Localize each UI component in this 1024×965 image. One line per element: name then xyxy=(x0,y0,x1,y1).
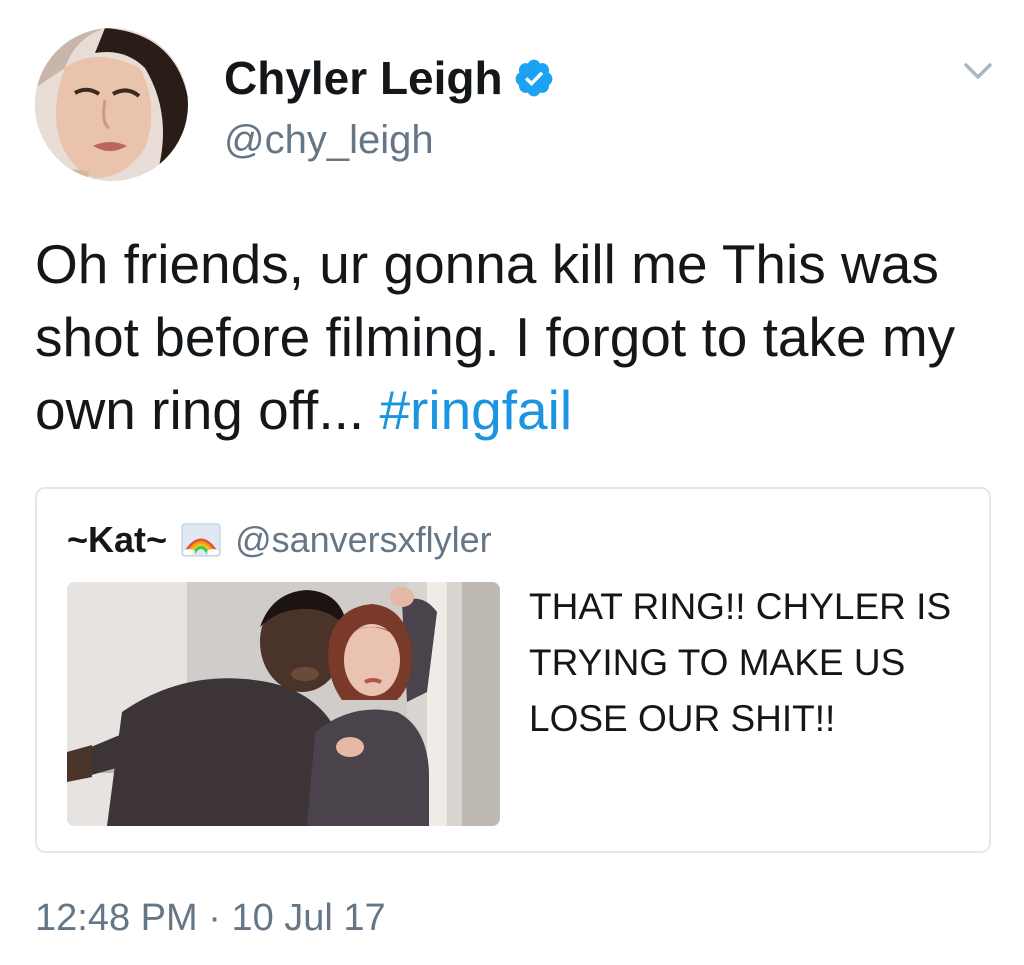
tweet-text: Oh friends, ur gonna kill me This was sh… xyxy=(35,228,995,447)
rainbow-icon xyxy=(181,523,221,557)
quoted-author-name: ~Kat~ xyxy=(67,519,168,560)
author-display-name[interactable]: Chyler Leigh xyxy=(224,50,555,106)
author-name-text: Chyler Leigh xyxy=(224,52,503,104)
quoted-author-handle: @sanversxflyler xyxy=(235,519,492,560)
quoted-tweet-text: THAT RING!! CHYLER IS TRYING TO MAKE US … xyxy=(529,586,952,739)
quoted-tweet-header: ~Kat~ @sanversxflyler xyxy=(67,515,492,565)
tweet-timestamp[interactable]: 12:48 PM · 10 Jul 17 xyxy=(35,894,386,942)
quoted-tweet-photo[interactable] xyxy=(67,582,500,826)
author-handle[interactable]: @chy_leigh xyxy=(224,116,434,164)
hashtag-link[interactable]: #ringfail xyxy=(379,379,572,441)
author-avatar[interactable] xyxy=(35,28,188,181)
tweet-card: Chyler Leigh @chy_leigh Oh friends, ur g… xyxy=(0,0,1024,965)
quoted-tweet[interactable]: ~Kat~ @sanversxflyler THAT RING!! CHYLER… xyxy=(35,487,991,853)
timestamp-date: 10 Jul 17 xyxy=(231,897,386,939)
timestamp-time: 12:48 PM xyxy=(35,897,198,939)
avatar-photo xyxy=(35,28,188,181)
photo-image xyxy=(67,582,500,826)
timestamp-separator: · xyxy=(208,897,221,939)
chevron-down-icon[interactable] xyxy=(960,52,996,88)
verified-badge-icon xyxy=(515,59,552,97)
